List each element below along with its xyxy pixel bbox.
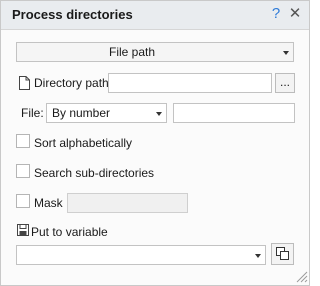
close-icon[interactable]: ✕	[288, 5, 302, 23]
dialog-title: Process directories	[12, 7, 133, 22]
sort-alphabetically-label[interactable]: Sort alphabetically	[34, 135, 132, 151]
file-number-input[interactable]	[173, 103, 295, 123]
copy-icon	[276, 247, 289, 260]
mask-input[interactable]	[67, 193, 188, 213]
mask-label[interactable]: Mask	[34, 195, 63, 211]
copy-variable-button[interactable]	[271, 243, 294, 265]
file-icon	[19, 76, 30, 90]
put-to-variable-label: Put to variable	[31, 225, 108, 239]
chevron-down-icon	[255, 254, 261, 258]
mask-checkbox[interactable]	[16, 194, 30, 208]
search-subdirectories-checkbox[interactable]	[16, 164, 30, 178]
floppy-disk-icon	[17, 224, 29, 236]
file-label: File:	[21, 106, 44, 120]
process-directories-dialog: Process directories ? ✕ File path Direct…	[0, 0, 310, 286]
directory-path-label: Directory path	[34, 76, 109, 90]
chevron-down-icon	[156, 112, 162, 116]
variable-dropdown[interactable]	[16, 245, 266, 265]
search-subdirectories-label[interactable]: Search sub-directories	[34, 165, 154, 181]
resize-grip-icon[interactable]	[294, 269, 308, 283]
mode-dropdown-value: File path	[108, 45, 156, 59]
browse-button-label: ...	[279, 75, 290, 89]
directory-path-input[interactable]	[108, 73, 272, 93]
file-mode-value: By number	[52, 106, 111, 120]
help-icon[interactable]: ?	[269, 5, 283, 23]
mode-dropdown[interactable]: File path	[16, 42, 294, 62]
chevron-down-icon	[283, 51, 289, 55]
browse-button[interactable]: ...	[275, 73, 295, 93]
file-mode-dropdown[interactable]: By number	[46, 103, 167, 123]
title-bar[interactable]: Process directories ? ✕	[1, 1, 309, 30]
sort-alphabetically-checkbox[interactable]	[16, 134, 30, 148]
